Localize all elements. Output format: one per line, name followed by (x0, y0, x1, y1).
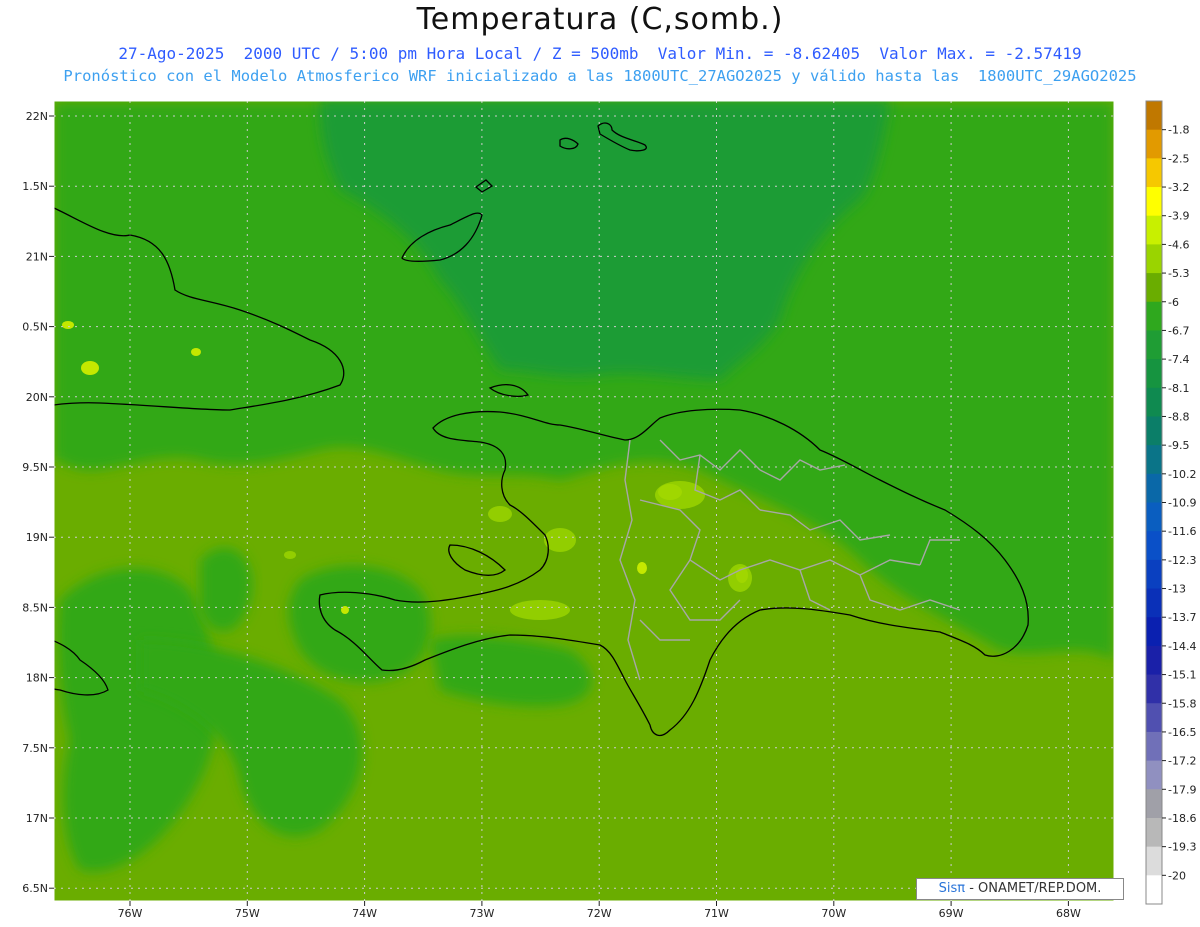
colorbar-label: -13 (1168, 583, 1186, 596)
colorbar-swatch (1146, 760, 1162, 790)
lat-tick-label: 8.5N (22, 601, 48, 614)
lon-tick-label: 68W (1056, 907, 1081, 920)
colorbar-label: -15.1 (1168, 669, 1196, 682)
lat-tick-label: 21N (26, 250, 48, 263)
colorbar-label: -8.8 (1168, 410, 1189, 423)
colorbar-label: -4.6 (1168, 238, 1189, 251)
colorbar-swatch (1146, 330, 1162, 360)
colorbar-swatch (1146, 301, 1162, 331)
colorbar-swatch (1146, 244, 1162, 274)
lat-tick-label: 22N (26, 110, 48, 123)
colorbar-swatch (1146, 502, 1162, 532)
colorbar-swatch (1146, 387, 1162, 417)
colorbar-label: -5.3 (1168, 267, 1189, 280)
colorbar-swatch (1146, 473, 1162, 503)
colorbar-swatch (1146, 187, 1162, 217)
colorbar-label: -17.2 (1168, 755, 1196, 768)
colorbar-label: -17.9 (1168, 783, 1196, 796)
lon-tick-label: 74W (352, 907, 377, 920)
colorbar-swatch (1146, 789, 1162, 819)
colorbar-label: -10.9 (1168, 497, 1196, 510)
lat-tick-label: 1.5N (22, 180, 48, 193)
colorbar-swatch (1146, 129, 1162, 159)
colorbar-label: -15.8 (1168, 697, 1196, 710)
colorbar-swatch (1146, 359, 1162, 389)
colorbar-label: -8.1 (1168, 382, 1189, 395)
colorbar-swatch (1146, 674, 1162, 704)
colorbar-swatch (1146, 846, 1162, 876)
lon-tick-label: 73W (469, 907, 494, 920)
lon-tick-label: 70W (821, 907, 846, 920)
coast-cuba-3 (54, 405, 55, 406)
latitude-axis: 22N 1.5N 21N 0.5N 20N 9.5N 19N 8.5N 18N 7.5N 17N 6.… (22, 110, 54, 895)
lat-tick-label: 17N (26, 812, 48, 825)
coast-cuba-2 (34, 205, 50, 215)
credit-text: - ONAMET/REP.DOM. (969, 881, 1102, 896)
lat-tick-label: 18N (26, 672, 48, 685)
colorbar-swatch (1146, 559, 1162, 590)
lat-tick-label: 19N (26, 531, 48, 544)
colorbar-swatch (1146, 731, 1162, 762)
lon-tick-label: 76W (118, 907, 143, 920)
colorbar-swatch (1146, 531, 1162, 561)
colorbar-swatch (1146, 645, 1162, 676)
lat-tick-label: 20N (26, 391, 48, 404)
colorbar-swatch (1146, 445, 1162, 475)
colorbar-swatch (1146, 617, 1162, 647)
lat-tick-label: 9.5N (22, 461, 48, 474)
colorbar-label: -9.5 (1168, 439, 1189, 452)
colorbar-label: -18.6 (1168, 812, 1196, 825)
colorbar-swatch (1146, 215, 1162, 245)
longitude-axis: 76W 75W 74W 73W 72W 71W 70W 69W 68W (118, 901, 1081, 920)
colorbar-swatch (1146, 703, 1162, 733)
colorbar-swatch (1146, 101, 1162, 131)
colorbar-label: -3.9 (1168, 210, 1189, 223)
colorbar-swatch (1146, 588, 1162, 618)
lat-tick-label: 6.5N (22, 882, 48, 895)
colorbar-label: -10.2 (1168, 468, 1196, 481)
colorbar-label: -1.8 (1168, 124, 1189, 137)
colorbar-swatch (1146, 158, 1162, 188)
colorbar-label: -6 (1168, 296, 1179, 309)
colorbar-label: -20 (1168, 869, 1186, 882)
map-figure: 22N 1.5N 21N 0.5N 20N 9.5N 19N 8.5N 18N 7.5N 17N 6.… (22, 100, 1196, 920)
credit-box: Sisπ - ONAMET/REP.DOM. (916, 878, 1124, 900)
lat-tick-label: 0.5N (22, 321, 48, 334)
colorbar-label: -16.5 (1168, 726, 1196, 739)
colorbar-swatch (1146, 817, 1162, 848)
colorbar-swatch (1146, 875, 1162, 905)
colorbar-label: -19.3 (1168, 841, 1196, 854)
credit-brand: Sisπ (938, 881, 966, 896)
temperature-field (54, 101, 1114, 901)
lon-tick-label: 71W (704, 907, 729, 920)
colorbar-swatch (1146, 416, 1162, 446)
colorbar-label: -12.3 (1168, 554, 1196, 567)
colorbar-label: -13.7 (1168, 611, 1196, 624)
lon-tick-label: 75W (235, 907, 260, 920)
colorbar-label: -7.4 (1168, 353, 1189, 366)
colorbar-label: -3.2 (1168, 181, 1189, 194)
lon-tick-label: 69W (939, 907, 964, 920)
colorbar: -1.8 -2.5 -3.2 -3.9 -4.6 -5.3 -6 -6.7 -7.4 -8.1 -8… (1145, 100, 1196, 905)
colorbar-swatch (1146, 273, 1162, 303)
colorbar-label: -14.4 (1168, 640, 1196, 653)
lat-tick-label: 7.5N (22, 742, 48, 755)
colorbar-label: -11.6 (1168, 525, 1196, 538)
colorbar-label: -2.5 (1168, 152, 1189, 165)
lon-tick-label: 72W (587, 907, 612, 920)
colorbar-label: -6.7 (1168, 324, 1189, 337)
